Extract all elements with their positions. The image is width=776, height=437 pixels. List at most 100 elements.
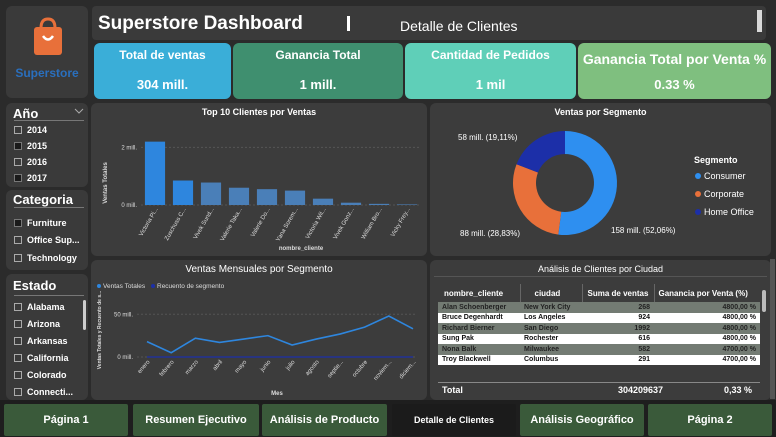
nav-detalle-clientes[interactable]: Detalle de Clientes (392, 404, 516, 436)
table-header-row: nombre_cliente ciudad Suma de ventas Gan… (438, 284, 760, 302)
filter-option-label: California (27, 353, 69, 363)
kpi-ganancia-total: Ganancia Total 1 mill. (233, 43, 403, 99)
filter-option-label: Office Sup... (27, 235, 80, 245)
table-row[interactable]: Sung Pak Rochester 616 4800,00 % (438, 333, 760, 344)
table-scrollbar[interactable] (762, 290, 766, 312)
table-body: Alan Schoenberger New York City 268 4800,00… (438, 302, 760, 365)
filter-option-furniture[interactable]: Furniture (14, 218, 67, 228)
filter-option-state[interactable]: California (14, 353, 69, 363)
table-cell: 924 (638, 314, 650, 322)
column-header[interactable]: ciudad (520, 284, 583, 302)
table-total-row: Total 304209637 0,33 % (438, 382, 760, 396)
bar[interactable] (200, 182, 222, 205)
bar[interactable] (172, 180, 194, 205)
filter-option-2017[interactable]: 2017 (14, 173, 47, 183)
table-cell: Rochester (524, 335, 559, 343)
checkbox[interactable] (14, 337, 22, 345)
checkbox[interactable] (14, 254, 22, 262)
legend-item[interactable]: Consumer (704, 171, 746, 181)
kpi-value: 1 mil (475, 77, 506, 92)
nav-resumen-ejecutivo[interactable]: Resumen Ejecutivo (133, 404, 259, 436)
checkbox[interactable] (14, 303, 22, 311)
header-scrollbar[interactable] (757, 10, 762, 32)
state-filter: Estado Alabama Arizona Arkansas Californ… (6, 274, 88, 400)
table-row[interactable]: Troy Blackwell Columbus 291 4700,00 % (438, 354, 760, 365)
legend-marker (695, 191, 701, 197)
filter-option-technology[interactable]: Technology (14, 253, 77, 263)
checkbox[interactable] (14, 320, 22, 328)
table-row[interactable]: Bruce Degenhardt Los Angeles 924 4800,00 % (438, 312, 760, 323)
donut-slice[interactable] (516, 131, 565, 173)
x-axis-label: Mes (271, 391, 283, 397)
filter-option-2016[interactable]: 2016 (14, 157, 47, 167)
x-tick-label: Vicky Frey... (390, 207, 412, 238)
sales-by-segment-chart: Ventas por Segmento Segmento 158 mill. (… (430, 103, 771, 256)
nav-analisis-producto[interactable]: Análisis de Producto (262, 404, 387, 436)
x-tick-label: Valerie Taka... (220, 207, 244, 243)
legend-item[interactable]: Ventas Totales (103, 283, 146, 290)
legend-title: Segmento (694, 155, 738, 165)
bar[interactable] (144, 141, 166, 205)
x-tick-label: Vivek Sund... (193, 207, 216, 241)
filter-option-state[interactable]: Colorado (14, 370, 67, 380)
checkbox[interactable] (14, 388, 22, 396)
nav-page-1[interactable]: Página 1 (4, 404, 128, 436)
checkbox[interactable] (14, 371, 22, 379)
nav-page-2[interactable]: Página 2 (648, 404, 772, 436)
bar[interactable] (396, 204, 418, 205)
donut-slice[interactable] (558, 131, 617, 235)
checkbox[interactable] (14, 158, 22, 166)
table-cell: 616 (638, 335, 650, 343)
series-line[interactable] (146, 315, 414, 354)
legend-marker (97, 284, 101, 288)
bar[interactable] (256, 189, 278, 205)
checkbox[interactable] (14, 126, 22, 134)
table-cell: 4700,00 % (722, 345, 756, 353)
filter-option-label: 2017 (27, 173, 48, 183)
column-header[interactable]: nombre_cliente (438, 284, 521, 302)
divider (434, 276, 767, 277)
x-tick-label: Zuschuss C... (164, 207, 188, 242)
filter-option-label: Arkansas (27, 336, 68, 346)
top10-clients-chart: Top 10 Clientes por Ventas Ventas Totale… (91, 103, 427, 256)
filter-option-state[interactable]: Arkansas (14, 336, 68, 346)
filter-option-office-supplies[interactable]: Office Sup... (14, 235, 80, 245)
chevron-down-icon[interactable] (74, 108, 84, 115)
x-tick-label: octubre (352, 359, 370, 379)
bar[interactable] (340, 202, 362, 205)
checkbox[interactable] (14, 174, 22, 182)
column-header[interactable]: Ganancia por Venta (%) (654, 284, 760, 302)
checkbox[interactable] (14, 354, 22, 362)
kpi-value: 0.33 % (654, 77, 695, 92)
nav-analisis-geografico[interactable]: Análisis Geográfico (520, 404, 644, 436)
state-filter-title: Estado (13, 278, 57, 293)
legend-item[interactable]: Home Office (704, 207, 754, 217)
table-row[interactable]: Richard Bierner San Diego 1992 4800,00 % (438, 323, 760, 334)
legend-item[interactable]: Recuento de segmento (157, 283, 225, 290)
legend-marker (151, 284, 155, 288)
bar[interactable] (312, 198, 334, 205)
x-tick-label: Vivek Gonz... (333, 207, 356, 241)
filter-option-state[interactable]: Alabama (14, 302, 65, 312)
filter-option-2014[interactable]: 2014 (14, 125, 47, 135)
state-filter-scrollbar[interactable] (83, 300, 86, 330)
checkbox[interactable] (14, 142, 22, 150)
filter-option-state[interactable]: Connecti... (14, 387, 73, 397)
title-separator (347, 16, 350, 31)
table-row[interactable]: Alan Schoenberger New York City 268 4800,00… (438, 302, 760, 313)
checkbox[interactable] (14, 236, 22, 244)
table-cell: 291 (638, 356, 650, 364)
legend-item[interactable]: Corporate (704, 189, 744, 199)
filter-option-label: Arizona (27, 319, 61, 329)
donut-slice[interactable] (513, 164, 562, 235)
filter-option-state[interactable]: Arizona (14, 319, 60, 329)
checkbox[interactable] (14, 219, 22, 227)
bar[interactable] (368, 203, 390, 205)
filter-option-2015[interactable]: 2015 (14, 141, 47, 151)
bar[interactable] (284, 190, 306, 205)
bar[interactable] (228, 187, 250, 205)
column-header[interactable]: Suma de ventas (582, 284, 655, 302)
panel-edge (770, 259, 775, 399)
table-row[interactable]: Nona Balk Milwaukee 582 4700,00 % (438, 344, 760, 355)
table-cell: Alan Schoenberger (442, 303, 507, 311)
